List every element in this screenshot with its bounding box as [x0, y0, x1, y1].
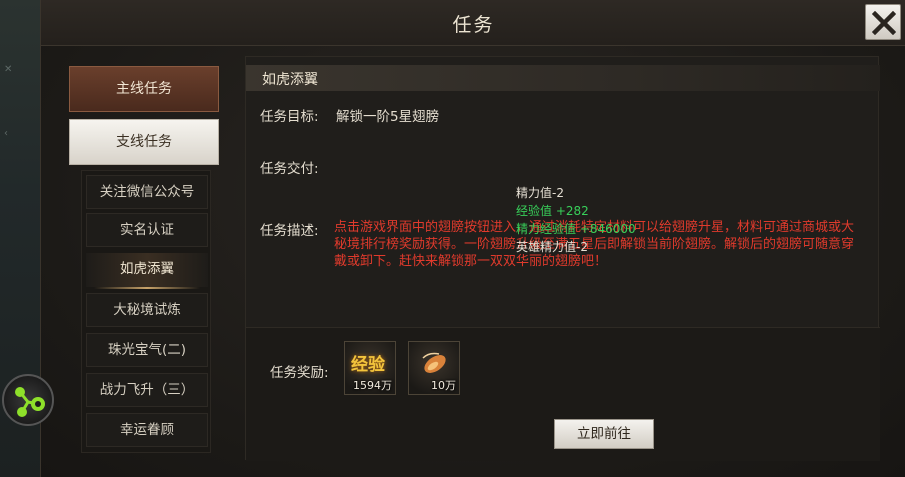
go-now-button[interactable]: 立即前往: [554, 419, 654, 449]
reward-quantity: 1594万: [353, 379, 392, 392]
reward-quantity: 10万: [431, 379, 456, 392]
list-item[interactable]: 战力飞升（三）: [86, 373, 208, 407]
list-item[interactable]: 关注微信公众号: [86, 175, 208, 209]
exp-icon: 经验: [351, 355, 385, 375]
goal-label: 任务目标:: [260, 109, 319, 125]
social-float-button[interactable]: [2, 374, 54, 426]
reward-exp[interactable]: 经验 1594万: [344, 341, 396, 395]
list-item[interactable]: 幸运眷顾: [86, 413, 208, 447]
window-title: 任务: [452, 14, 495, 36]
task-window: 任务 主线任务 支线任务 关注微信公众号 实名认证 如虎添翼 大秘境试炼 珠光宝…: [40, 0, 905, 477]
floating-combat-text: 经验值 +282: [516, 204, 589, 218]
description-label: 任务描述:: [260, 223, 319, 239]
tab-branch-quest[interactable]: 支线任务: [69, 119, 219, 165]
goal-value: 解锁一阶5星翅膀: [336, 109, 440, 125]
floating-combat-text: 英雄精力值-2: [516, 240, 588, 254]
close-button[interactable]: [865, 4, 901, 40]
quest-detail-panel: 如虎添翼 任务目标: 解锁一阶5星翅膀 任务交付: 任务描述: 点击游戏界面中的…: [245, 56, 880, 461]
reward-label: 任务奖励:: [270, 365, 329, 381]
list-item[interactable]: 实名认证: [86, 213, 208, 247]
title-bar: 任务: [41, 0, 905, 46]
quest-header: 如虎添翼: [246, 65, 880, 91]
background-glyph: ‹: [4, 128, 8, 139]
close-icon: [872, 11, 896, 35]
branch-quest-list: 关注微信公众号 实名认证 如虎添翼 大秘境试炼 珠光宝气(二) 战力飞升（三） …: [81, 170, 211, 453]
list-item[interactable]: 珠光宝气(二): [86, 333, 208, 367]
network-icon: [15, 387, 45, 417]
background-glyph: ✕: [4, 64, 13, 75]
tab-main-quest[interactable]: 主线任务: [69, 66, 219, 112]
floating-combat-text: 精力经验值 +846000: [516, 222, 636, 236]
list-item-active[interactable]: 如虎添翼: [86, 253, 208, 289]
reward-item[interactable]: 10万: [408, 341, 460, 395]
list-item[interactable]: 大秘境试炼: [86, 293, 208, 327]
quest-title: 如虎添翼: [262, 72, 318, 88]
delivery-label: 任务交付:: [260, 161, 319, 177]
floating-combat-text: 精力值-2: [516, 186, 564, 200]
